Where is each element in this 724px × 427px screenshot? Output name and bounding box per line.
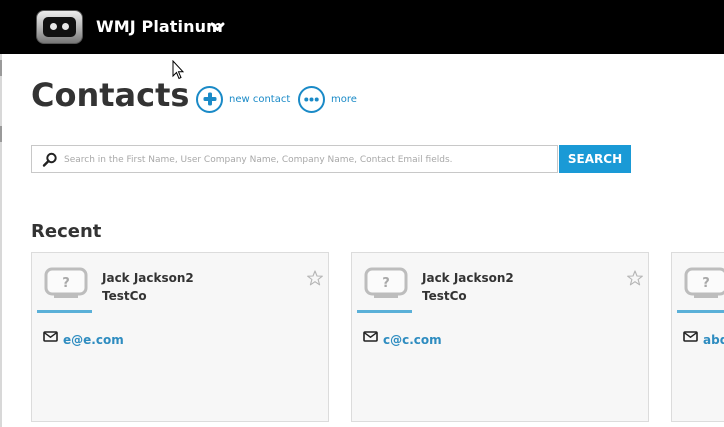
svg-text:?: ? <box>62 276 70 291</box>
app-name[interactable]: WMJ Platinum <box>96 17 223 36</box>
envelope-icon <box>363 331 378 342</box>
contact-email-link[interactable]: abd <box>703 333 724 347</box>
logo-face <box>43 17 76 37</box>
search-button[interactable]: SEARCH <box>559 145 631 173</box>
edge-mark <box>0 60 2 76</box>
contact-card[interactable]: ? Jack Jackson2 TestCo e@e.com <box>31 252 329 422</box>
contact-card[interactable]: ? Jack Jackson2 TestCo c@c.com <box>351 252 649 422</box>
search-box <box>31 145 558 173</box>
new-contact-label[interactable]: new contact <box>229 94 290 105</box>
search-input[interactable] <box>62 150 546 170</box>
contact-card-icon: ? <box>44 267 88 298</box>
plus-icon <box>203 92 216 106</box>
logo-eye-left <box>50 23 57 30</box>
star-icon[interactable] <box>307 270 323 286</box>
plus-circle-icon[interactable] <box>196 85 223 113</box>
star-icon[interactable] <box>627 270 643 286</box>
more-button[interactable]: more <box>298 84 357 114</box>
ellipsis-icon <box>304 97 319 101</box>
envelope-icon <box>683 331 698 342</box>
robot-logo-icon[interactable] <box>36 10 83 44</box>
contact-company: TestCo <box>422 289 467 303</box>
new-contact-button[interactable]: new contact <box>196 84 290 114</box>
svg-text:?: ? <box>382 276 390 291</box>
edge-mark <box>0 126 2 142</box>
contact-email-link[interactable]: e@e.com <box>63 333 124 347</box>
ellipsis-circle-icon[interactable] <box>298 85 325 113</box>
top-bar: WMJ Platinum <box>0 0 724 54</box>
contact-name[interactable]: Jack Jackson2 <box>422 271 514 285</box>
chevron-down-icon[interactable] <box>210 22 225 32</box>
envelope-icon <box>43 331 58 342</box>
recent-heading: Recent <box>31 221 102 242</box>
contact-name[interactable]: Jack Jackson2 <box>102 271 194 285</box>
card-accent-bar <box>357 310 412 313</box>
card-accent-bar <box>677 310 724 313</box>
contact-email-link[interactable]: c@c.com <box>383 333 442 347</box>
contact-card[interactable]: ? abd <box>671 252 724 422</box>
logo-eye-right <box>62 23 69 30</box>
card-accent-bar <box>37 310 92 313</box>
contact-company: TestCo <box>102 289 147 303</box>
page-title: Contacts <box>31 76 190 114</box>
contact-card-icon: ? <box>364 267 408 298</box>
svg-text:?: ? <box>702 276 710 291</box>
left-edge-strip <box>0 54 2 427</box>
contact-card-icon: ? <box>684 267 724 298</box>
search-icon <box>42 152 57 167</box>
more-label[interactable]: more <box>331 94 357 105</box>
